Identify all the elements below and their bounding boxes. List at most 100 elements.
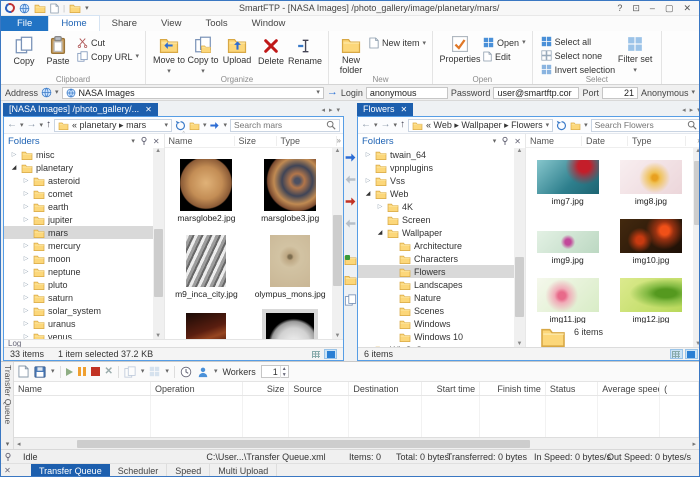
password-input[interactable] [497,88,575,98]
tree-item-characters[interactable]: Characters [358,252,514,265]
new-folder-icon[interactable] [570,121,581,130]
file-item-marsglobe2-jpg[interactable]: marsglobe2.jpg [165,148,249,224]
tree-scrollbar[interactable]: ▲▼ [153,148,164,339]
select-none-button[interactable]: Select none [541,50,616,61]
file-item-marsglobe3-jpg[interactable]: marsglobe3.jpg [248,148,332,224]
tab-close-icon[interactable]: ✕ [401,105,408,114]
column-header-type[interactable]: Type [277,136,337,146]
queue-hscrollbar[interactable]: ◂ ▸ [14,437,699,449]
queue-column-source[interactable]: Source [289,382,349,395]
queue-column-destination[interactable]: Destination [349,382,422,395]
tree-item-screen[interactable]: Screen [358,213,514,226]
stepper-down-icon[interactable]: ▼ [282,372,287,378]
refresh-icon[interactable] [175,120,186,131]
thumbnails-view-icon[interactable] [685,349,698,359]
back-icon[interactable]: ← [7,120,17,130]
tab-home[interactable]: Home [48,15,99,31]
refresh-icon[interactable] [556,120,567,131]
collapsed-icon[interactable]: ▷ [22,255,30,262]
back-history-icon[interactable]: ▾ [20,122,24,129]
expanded-icon[interactable]: ◢ [376,229,384,236]
remote-tab[interactable]: [NASA Images] /photo_gallery/... ✕ [3,103,158,116]
tab-share[interactable]: Share [100,16,149,31]
cut-button[interactable]: Cut [77,37,139,48]
file-item-img10-jpg[interactable]: img10.jpg [609,207,692,266]
address-combobox[interactable]: ▾ [62,87,324,99]
collapsed-icon[interactable]: ▷ [22,242,30,249]
upload-button[interactable]: Upload [220,34,254,65]
file-thumbnail[interactable] [537,278,599,312]
transfer-to-left-icon[interactable] [344,173,357,186]
tree-item-misc[interactable]: ▷misc [4,148,153,161]
dropdown-caret-icon[interactable]: ▾ [51,368,55,375]
tab-scheduler[interactable]: Scheduler [110,464,168,477]
tree-item-nature[interactable]: Nature [358,291,514,304]
expanded-icon[interactable]: ◢ [10,164,18,171]
ribbon-toggle-button[interactable]: ⊡ [632,3,640,14]
rename-button[interactable]: Rename [288,34,322,66]
tab-close-icon[interactable]: ✕ [145,105,152,114]
tree-item-jupiter[interactable]: ▷jupiter [4,213,153,226]
search-icon[interactable] [687,120,697,130]
workers-stepper[interactable]: 1 ▲▼ [261,365,289,378]
move-to-right-icon[interactable] [344,195,357,208]
remote-breadcrumb[interactable]: « planetary ▸ mars ▾ [54,119,172,132]
details-view-icon[interactable] [309,349,322,359]
collapsed-icon[interactable]: ▷ [364,177,372,184]
collapsed-icon[interactable]: ▷ [376,203,384,210]
search-icon[interactable] [326,120,336,130]
collapsed-icon[interactable]: ▷ [22,190,30,197]
tree-item-architecture[interactable]: Architecture [358,239,514,252]
breadcrumb-dropdown-icon[interactable]: ▾ [164,122,168,129]
file-item-olympus_mons-jpg[interactable]: olympus_mons.jpg [248,224,332,300]
folder-pair-icon[interactable] [34,3,46,13]
tree-item-windows-10[interactable]: Windows 10 [358,330,514,343]
dropdown-caret-icon[interactable]: ▾ [165,368,169,375]
remove-item-icon[interactable]: ✕ [105,367,113,377]
edit-button[interactable]: Edit [483,51,526,62]
file-item-m9_inca_city-jpg[interactable]: m9_inca_city.jpg [165,224,249,300]
tree-item-scenes[interactable]: Scenes [358,304,514,317]
file-thumbnail[interactable] [620,160,682,194]
paste-button[interactable]: Paste [41,34,75,66]
details-view-icon[interactable] [670,349,683,359]
local-breadcrumb[interactable]: « Web ▸ Wallpaper ▸ Flowers ▾ [408,119,553,132]
transfer-to-right-icon[interactable] [344,151,357,164]
move-to-button[interactable]: Move to ▾ [152,34,186,76]
tree-item-earth[interactable]: ▷earth [4,200,153,213]
file-thumbnail[interactable] [537,160,599,194]
file-thumbnail[interactable] [264,159,316,211]
log-bar[interactable]: Log [4,339,343,347]
column-header-date[interactable]: Date [582,136,628,146]
tree-item-mercury[interactable]: ▷mercury [4,239,153,252]
compare-folders-icon[interactable] [344,254,357,265]
login-field[interactable] [366,87,448,99]
move-to-left-icon[interactable] [344,217,357,230]
tree-item-landscapes[interactable]: Landscapes [358,278,514,291]
tree-item-uranus[interactable]: ▷uranus [4,317,153,330]
tab-view[interactable]: View [149,16,193,31]
new-folder-icon[interactable] [189,121,200,130]
close-button[interactable]: ✕ [683,3,691,14]
start-queue-icon[interactable] [66,368,73,376]
local-search-box[interactable] [591,119,700,132]
collapsed-icon[interactable]: ▷ [22,281,30,288]
tree-item-comet[interactable]: ▷comet [4,187,153,200]
dropdown-caret-icon[interactable]: ▾ [223,122,227,129]
delete-button[interactable]: Delete [254,34,288,66]
port-field[interactable] [602,87,638,99]
file-thumbnail[interactable] [186,235,226,287]
copy-url-button[interactable]: Copy URL ▾ [77,51,139,62]
panel-close-icon[interactable]: ✕ [153,137,160,146]
column-header-type[interactable]: Type [628,136,686,146]
tree-item-mars[interactable]: mars [4,226,153,239]
new-folder-button[interactable]: New folder [335,34,367,76]
tree-item-venus[interactable]: ▷venus [4,330,153,339]
file-item-img9-jpg[interactable]: img9.jpg [526,207,609,266]
file-thumbnail[interactable] [180,159,232,211]
column-header-size[interactable]: Size [235,136,277,146]
file-thumbnail[interactable] [620,278,682,312]
queue-column--[interactable]: ( [660,382,699,395]
search-input[interactable] [234,120,326,130]
file-item[interactable] [248,300,332,339]
